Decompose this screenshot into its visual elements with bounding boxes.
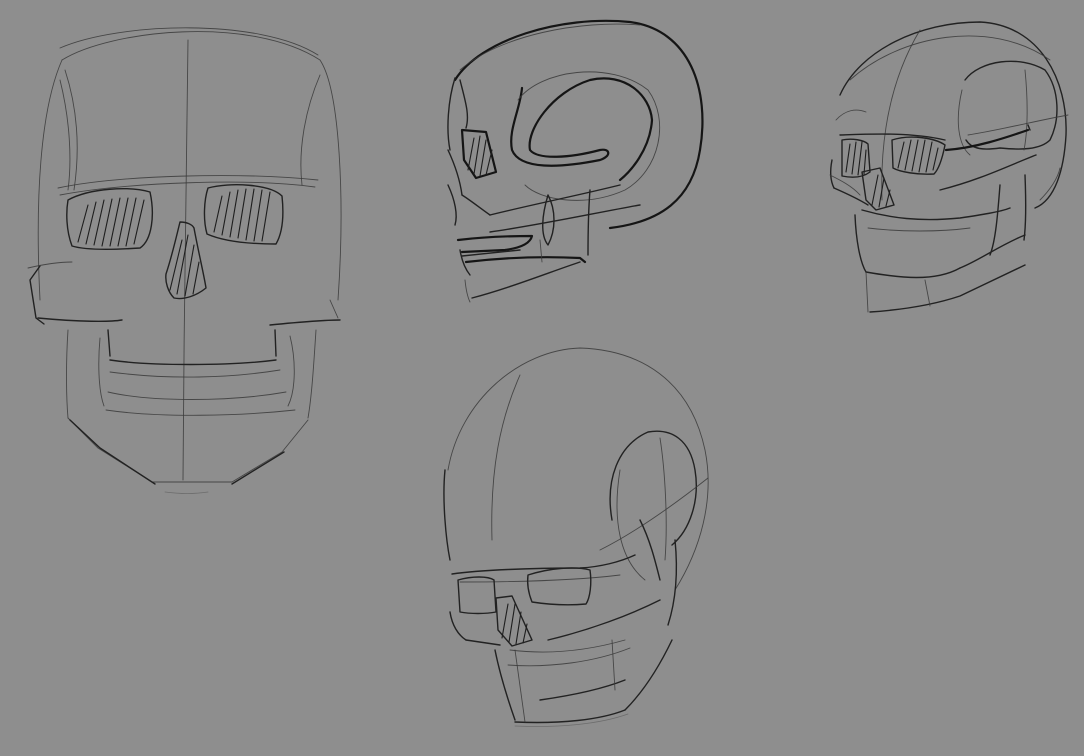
sketch-layer [27, 19, 1069, 727]
skull-low-angle-view [443, 347, 709, 727]
drawing-canvas[interactable] [0, 0, 1084, 756]
skull-side-view [447, 19, 704, 303]
skull-three-quarter-view [829, 21, 1069, 313]
skull-front-view [27, 27, 342, 494]
